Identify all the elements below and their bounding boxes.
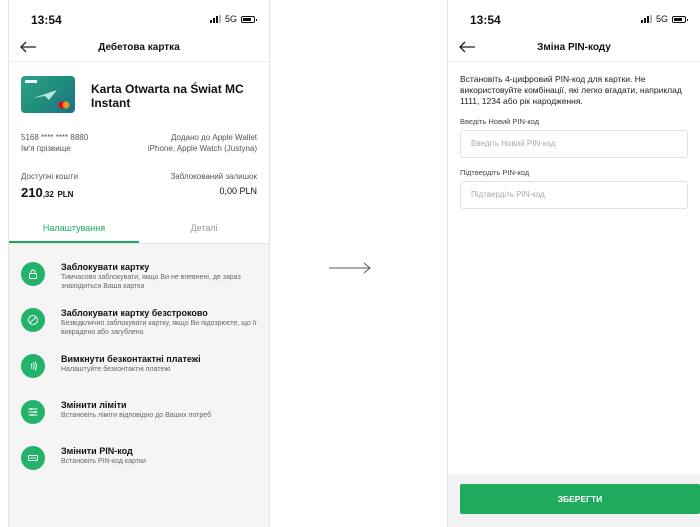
card-header: Karta Otwarta na Świat MC Instant xyxy=(9,62,269,132)
blocked-label: Заблокований залишок xyxy=(170,172,257,181)
new-pin-label: Введіть Новий PIN-код xyxy=(460,117,540,126)
plane-icon xyxy=(33,90,57,100)
card-number: 5168 **** **** 8880 xyxy=(21,133,89,142)
wallet-devices: iPhone, Apple Watch (Justyna) xyxy=(147,144,257,153)
action-description: Безвідклично заблокувати картку, якщо Ви… xyxy=(61,320,257,336)
lock-icon xyxy=(21,262,45,286)
action-description: Тимчасово заблокувати, якщо Ви не впевне… xyxy=(61,274,241,290)
confirm-pin-input[interactable]: Підтвердіть PIN-код xyxy=(460,181,688,209)
available-amount: 210,32 PLN xyxy=(21,185,74,200)
change-pin-screen: 13:54 5G Зміна PIN-коду Встановіть 4-циф… xyxy=(447,0,700,527)
card-name: Karta Otwarta na Świat MC Instant xyxy=(91,82,244,110)
action-title: Змінити PIN-код xyxy=(61,446,133,456)
status-time: 13:54 xyxy=(31,13,62,27)
sliders-icon xyxy=(21,400,45,424)
list-item-change-pin[interactable]: Змінити PIN-код Встановіть PIN-код картк… xyxy=(9,442,269,488)
list-item-contactless[interactable]: Вимкнути безконтактні платежі Налаштуйте… xyxy=(9,350,269,396)
status-indicators: 5G xyxy=(640,14,688,24)
card-holder: Ім'я прізвище xyxy=(21,144,71,153)
signal-icon xyxy=(209,15,221,23)
action-title: Змінити ліміти xyxy=(61,400,127,410)
tab-details[interactable]: Деталі xyxy=(139,218,269,243)
pin-form: Встановіть 4-цифровий PIN-код для картки… xyxy=(448,62,700,209)
wallet-status: Додано до Apple Wallet xyxy=(171,133,257,142)
bank-logo-icon xyxy=(25,80,37,83)
network-label: 5G xyxy=(655,14,668,24)
contactless-icon xyxy=(21,354,45,378)
nav-bar: Дебетова картка xyxy=(9,36,269,62)
status-bar: 13:54 5G xyxy=(448,0,700,36)
block-icon xyxy=(21,308,45,332)
action-title: Заблокувати картку безстроково xyxy=(61,308,208,318)
nav-bar: Зміна PIN-коду xyxy=(448,36,700,62)
action-title: Вимкнути безконтактні платежі xyxy=(61,354,201,364)
action-description: Встановіть ліміти відповідно до Ваших по… xyxy=(61,412,212,419)
page-title: Дебетова картка xyxy=(98,42,180,53)
signal-icon xyxy=(640,15,652,23)
battery-icon xyxy=(672,15,688,23)
list-item-block-permanently[interactable]: Заблокувати картку безстроково Безвідкли… xyxy=(9,304,269,350)
tab-bar: Налаштування Деталі xyxy=(9,218,269,244)
blocked-amount: 0,00 PLN xyxy=(219,186,257,196)
save-button[interactable]: ЗБЕРЕГТИ xyxy=(460,484,700,514)
list-item-limits[interactable]: Змінити ліміти Встановіть ліміти відпові… xyxy=(9,396,269,442)
new-pin-input[interactable]: Введіть Новий PIN-код xyxy=(460,130,688,158)
action-list: Заблокувати картку Тимчасово заблокувати… xyxy=(9,244,269,527)
status-bar: 13:54 5G xyxy=(9,0,269,36)
pin-icon xyxy=(21,446,45,470)
card-details-screen: 13:54 5G Дебетова картка Karta Otwarta n… xyxy=(8,0,270,527)
action-description: Налаштуйте безконтактні платежі xyxy=(61,366,171,373)
confirm-pin-label: Підтвердіть PIN-код xyxy=(460,168,530,177)
network-label: 5G xyxy=(224,14,237,24)
card-meta: 5168 **** **** 8880 Ім'я прізвище Додано… xyxy=(9,132,269,172)
battery-icon xyxy=(241,15,257,23)
footer: ЗБЕРЕГТИ xyxy=(448,474,700,527)
transition-arrow-icon xyxy=(329,262,371,274)
status-time: 13:54 xyxy=(470,13,501,27)
status-indicators: 5G xyxy=(209,14,257,24)
tab-settings[interactable]: Налаштування xyxy=(9,218,139,243)
action-title: Заблокувати картку xyxy=(61,262,150,272)
balances: Доступні кошти Заблокований залишок 210,… xyxy=(9,172,269,218)
card-image xyxy=(21,76,75,113)
action-description: Встановіть PIN-код картки xyxy=(61,458,146,465)
pin-instructions: Встановіть 4-цифровий PIN-код для картки… xyxy=(460,74,682,106)
mastercard-logo-icon xyxy=(58,101,70,109)
page-title: Зміна PIN-коду xyxy=(537,42,611,53)
list-item-block-card[interactable]: Заблокувати картку Тимчасово заблокувати… xyxy=(9,258,269,304)
available-label: Доступні кошти xyxy=(21,172,79,181)
